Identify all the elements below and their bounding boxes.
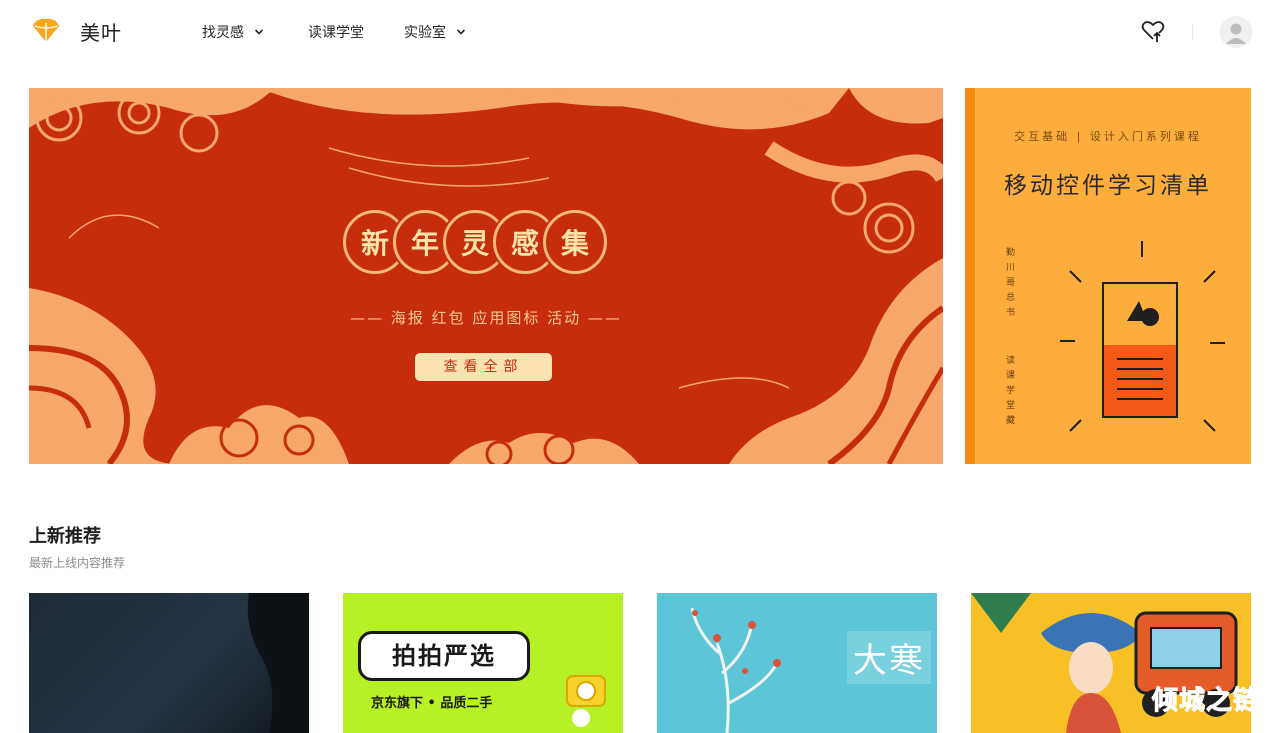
title-character-circles: 新 年 灵 感 集: [343, 210, 607, 274]
chevron-down-icon: [456, 29, 466, 35]
paipai-logo: 拍拍严选: [358, 631, 530, 681]
recommend-card[interactable]: 大寒: [657, 593, 937, 733]
banner-subtitle: —— 海报 红包 应用图标 活动 ——: [350, 309, 622, 327]
new-year-banner[interactable]: 新 年 灵 感 集 —— 海报 红包 应用图标 活动 —— 查看全部: [29, 88, 943, 464]
nav-label: 实验室: [404, 25, 446, 41]
leaf-logo-icon[interactable]: [30, 14, 62, 46]
side-stripe: [965, 88, 975, 464]
nav-label: 找灵感: [202, 25, 244, 41]
side-banner-title: 移动控件学习清单: [1004, 173, 1212, 199]
recommend-card[interactable]: 拍拍严选 京东旗下 • 品质二手: [343, 593, 623, 733]
card-image: [247, 593, 309, 733]
watermark-text: 倾城之链: [1151, 686, 1261, 717]
chevron-down-icon: [254, 29, 264, 35]
cloud-wave-decoration: [29, 88, 943, 464]
nav-label: 读课学堂: [308, 25, 364, 41]
section-subtitle: 最新上线内容推荐: [29, 556, 126, 570]
heart-upload-icon[interactable]: [1140, 18, 1166, 44]
section-title: 上新推荐: [29, 526, 101, 547]
nav-lab[interactable]: 实验室: [404, 22, 466, 42]
card-subtitle: 京东旗下 • 品质二手: [371, 696, 493, 711]
nav-find-inspiration[interactable]: 找灵感: [202, 22, 264, 42]
mobile-controls-banner[interactable]: 交互基础 | 设计入门系列课程 移动控件学习清单 勤川哥总书 读课学堂藏: [965, 88, 1251, 464]
user-avatar-icon[interactable]: [1220, 16, 1252, 48]
side-banner-tagline: 交互基础 | 设计入门系列课程: [1014, 130, 1202, 143]
phone-illustration-icon: [1060, 241, 1225, 432]
avatar-silhouette: [1226, 23, 1246, 44]
side-vertical-text: 勤川哥总书: [1006, 248, 1016, 318]
camera-icon: [566, 675, 606, 727]
card-title: 大寒: [847, 631, 931, 684]
title-char: 集: [543, 210, 607, 274]
header-divider: [1192, 24, 1193, 40]
recommend-card[interactable]: [29, 593, 309, 733]
nav-class-hall[interactable]: 读课学堂: [308, 22, 364, 42]
view-all-button[interactable]: 查看全部: [415, 353, 552, 381]
side-vertical-text: 读课学堂藏: [1006, 356, 1016, 426]
brand-name[interactable]: 美叶: [80, 17, 122, 46]
top-header: 美叶 找灵感 读课学堂 实验室: [0, 0, 1280, 64]
